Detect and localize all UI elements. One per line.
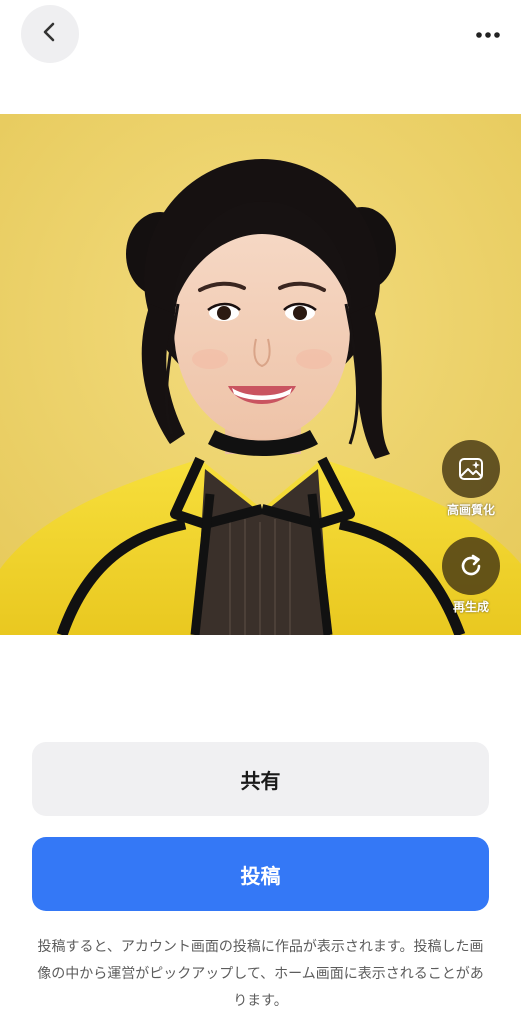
chevron-left-icon	[39, 21, 61, 47]
more-horizontal-icon	[475, 24, 501, 43]
post-button[interactable]: 投稿	[32, 837, 489, 911]
post-notice-text: 投稿すると、アカウント画面の投稿に作品が表示されます。投稿した画像の中から運営が…	[37, 939, 484, 1009]
result-screen: 高画質化 再生成 共有 投稿 投稿すると、アカウント画面の投稿に作品が表示されま…	[0, 0, 521, 1024]
generated-image: 高画質化 再生成	[0, 114, 521, 635]
regenerate-label: 再生成	[452, 600, 489, 614]
share-button[interactable]: 共有	[32, 742, 489, 816]
image-sparkle-icon	[457, 455, 485, 483]
enhance-quality-label: 高画質化	[446, 503, 495, 517]
refresh-icon	[457, 552, 485, 580]
back-button[interactable]	[21, 5, 79, 63]
more-button[interactable]	[473, 18, 503, 48]
enhance-quality-button[interactable]: 高画質化	[442, 440, 500, 518]
regenerate-button[interactable]: 再生成	[442, 537, 500, 615]
